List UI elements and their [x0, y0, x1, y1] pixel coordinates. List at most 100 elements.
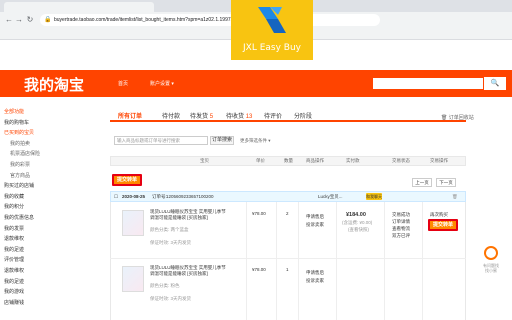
tab-label: 待评价: [264, 114, 283, 120]
order-no-label: 订单号:: [152, 194, 167, 199]
review-status: 双方已评: [392, 233, 410, 238]
taobao-logo[interactable]: 我的淘宝: [24, 74, 84, 95]
lock-icon[interactable]: 🔒: [44, 17, 51, 23]
order-checkbox[interactable]: ☐: [114, 194, 118, 200]
divider: [336, 202, 337, 320]
col-quantity: 数量: [284, 158, 293, 163]
unit-price: ¥78.00: [252, 211, 266, 216]
buy-again-label[interactable]: 再次购买: [430, 212, 448, 218]
forward-icon[interactable]: →: [14, 15, 24, 25]
tab-label: 所有订单: [118, 114, 143, 120]
assistant-label[interactable]: 有问题找 找小蜜: [476, 263, 506, 273]
col-item: 宝贝: [200, 158, 209, 163]
col-trade-actions: 交易操作: [430, 158, 448, 163]
product-title[interactable]: 现货LULU睡眠仪苏宝宝 实用婴儿季节调温可能是能睡袋 [买房独家]: [150, 209, 228, 221]
tab-count: 5: [209, 114, 214, 120]
after-sales-link[interactable]: 申请售后: [306, 214, 324, 220]
address-bar[interactable]: buyertrade.taobao.com/trade/itemlist/lis…: [40, 14, 380, 26]
nav-account-settings[interactable]: 账户设置 ▾: [150, 80, 174, 87]
order-search-input[interactable]: 输入商品标题或订单号进行搜索: [114, 136, 208, 145]
sidebar-item[interactable]: 我的彩票: [10, 161, 30, 168]
complain-link[interactable]: 投诉卖家: [306, 222, 324, 228]
tab-staged[interactable]: 分阶段: [294, 111, 312, 120]
nav-home[interactable]: 首页: [118, 80, 128, 87]
quantity: 1: [286, 267, 289, 272]
sidebar-item[interactable]: 退款维权: [4, 235, 24, 242]
sidebar-item[interactable]: 我的足迹: [4, 278, 24, 285]
order-date: 2020-08-25: [122, 194, 146, 199]
tab-all-orders[interactable]: 所有订单: [118, 111, 142, 120]
order-detail-link[interactable]: 订单详情: [392, 219, 410, 225]
complain-link[interactable]: 投诉卖家: [306, 278, 324, 284]
snapshot-link[interactable]: (查看快照): [348, 227, 369, 233]
trade-status: 交易成功: [392, 212, 410, 217]
quantity: 2: [286, 211, 289, 216]
divider: [246, 202, 247, 320]
jxl-logo-icon: [258, 7, 286, 33]
col-unit-price: 单价: [256, 158, 265, 163]
product-guarantee: 保证时效: 3天内发货: [150, 296, 192, 301]
sidebar-item[interactable]: 购买过的店铺: [4, 182, 34, 189]
sidebar-item[interactable]: 机票酒店保险: [10, 150, 40, 157]
tab-label: 分阶段: [294, 114, 313, 120]
prev-page-button[interactable]: 上一页: [412, 178, 432, 187]
unit-price: ¥78.00: [252, 267, 266, 272]
delete-order-icon[interactable]: 🗑: [452, 194, 458, 200]
tab-pending-review[interactable]: 待评价: [264, 111, 282, 120]
chat-badge[interactable]: 和我聊天: [366, 193, 382, 200]
product-guarantee: 保证时效: 3天内发货: [150, 240, 192, 245]
sidebar-item[interactable]: 我的足迹: [4, 246, 24, 253]
sidebar-item[interactable]: 我的游戏: [4, 288, 24, 295]
tab-pending-receipt[interactable]: 待收货 13: [226, 111, 252, 120]
col-trade-status: 交易状态: [392, 158, 410, 163]
divider: [276, 202, 277, 320]
after-sales-link[interactable]: 申请售后: [306, 270, 324, 276]
sidebar-item[interactable]: 官方商品: [10, 172, 30, 179]
sidebar-item[interactable]: 我的收藏: [4, 193, 24, 200]
taobao-search-input[interactable]: [372, 77, 484, 90]
next-page-button[interactable]: 下一页: [436, 178, 456, 187]
tab-label: 待发货: [190, 114, 209, 120]
sidebar-item[interactable]: 店铺赚钱: [4, 299, 24, 306]
sidebar-item[interactable]: 我的积分: [4, 203, 24, 210]
search-icon[interactable]: 🔍: [484, 77, 506, 90]
col-item-actions: 商品操作: [306, 158, 324, 163]
back-icon[interactable]: ←: [4, 15, 14, 25]
total-shipping-note: (含运费: ¥0.00): [342, 220, 373, 225]
browser-tab[interactable]: [4, 2, 154, 12]
product-spec: 颜色分类: 两个蓝盒: [150, 227, 189, 232]
divider: [110, 258, 466, 259]
assistant-avatar-icon[interactable]: [484, 246, 498, 260]
tab-pending-shipment[interactable]: 待发货 5: [190, 111, 213, 120]
product-thumbnail[interactable]: [122, 266, 144, 292]
total-paid: ¥184.00: [346, 212, 366, 218]
sidebar-item[interactable]: 评价管理: [4, 256, 24, 263]
tab-pending-payment[interactable]: 待付款: [162, 111, 180, 120]
sidebar-item[interactable]: 我的购物车: [4, 119, 29, 126]
sidebar-item[interactable]: 我的优惠信息: [4, 214, 34, 221]
sidebar-item[interactable]: 我的发票: [4, 225, 24, 232]
logistics-link[interactable]: 查看物流: [392, 226, 410, 232]
shop-name[interactable]: Lucky宝贝...: [318, 194, 343, 200]
more-filters-link[interactable]: 更多筛选条件 ▾: [240, 138, 271, 144]
tab-count: 13: [245, 114, 253, 120]
reload-icon[interactable]: ↻: [25, 15, 35, 25]
sidebar: 全部功能我的购物车已买到的宝贝 我的拍卖机票酒店保险 我的彩票官方商品购买过的店铺我…: [0, 100, 48, 320]
tab-label: 待收货: [226, 114, 245, 120]
order-number: 1205609233657100200: [166, 194, 214, 199]
jxl-submit-order-button[interactable]: 提交转单: [428, 219, 458, 231]
sidebar-item[interactable]: 全部功能: [4, 108, 24, 115]
product-title[interactable]: 现货LULU睡眠仪苏宝宝 实用婴儿季节调温可能是能睡袋 [买房独家]: [150, 265, 228, 277]
sidebar-item[interactable]: 我的拍卖: [10, 140, 30, 147]
recycle-bin-link[interactable]: 🗑 订单回收站: [441, 114, 474, 121]
sidebar-item[interactable]: 退款维权: [4, 267, 24, 274]
divider: [384, 202, 385, 320]
product-thumbnail[interactable]: [122, 210, 144, 236]
tab-label: 待付款: [162, 114, 181, 120]
order-search-button[interactable]: 订单搜索: [210, 136, 234, 145]
jxl-app-name: JXL Easy Buy: [243, 43, 301, 53]
sidebar-item[interactable]: 已买到的宝贝: [4, 129, 34, 136]
col-paid: 实付款: [346, 158, 360, 163]
jxl-submit-bulk-button[interactable]: 提交转单: [112, 174, 142, 186]
divider: [422, 202, 423, 320]
